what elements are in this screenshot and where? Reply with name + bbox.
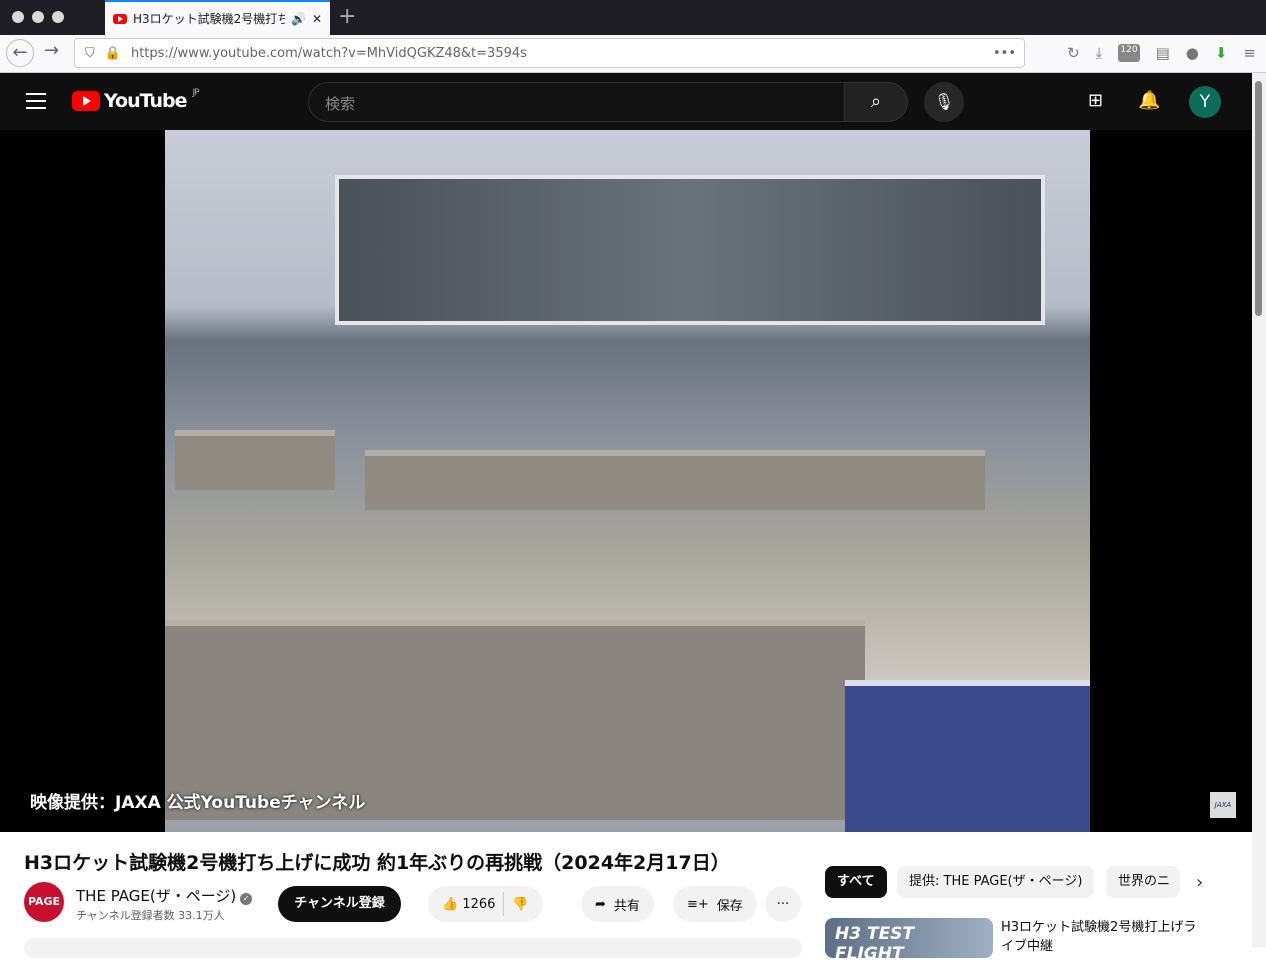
shield-icon: ⛉ bbox=[85, 45, 95, 61]
browser-tab[interactable]: H3ロケット試験機2号機打ち上げ 🔊 ✕ bbox=[105, 0, 330, 35]
more-actions-button[interactable]: ··· bbox=[765, 886, 801, 922]
chip-all[interactable]: すべて bbox=[825, 866, 887, 898]
share-icon: ➦ bbox=[595, 896, 606, 912]
notification-bell-icon[interactable]: 🔔 bbox=[1138, 90, 1160, 111]
share-button[interactable]: ➦ 共有 bbox=[581, 886, 654, 922]
forward-button[interactable]: → bbox=[44, 40, 59, 61]
url-host: https://www.youtube.com bbox=[130, 45, 298, 61]
youtube-header: YouTube JP 検索 ⌕ 🎙 ⊞ 🔔 Y bbox=[0, 73, 1252, 130]
nav-bar: ← → ⛉ 🔒 https://www.youtube.com/watch?v=… bbox=[0, 35, 1266, 73]
subscriber-count: チャンネル登録者数 33.1万人 bbox=[76, 909, 225, 922]
back-button[interactable]: ← bbox=[6, 39, 34, 67]
tab-strip: H3ロケット試験機2号機打ち上げ 🔊 ✕ + bbox=[0, 0, 1266, 35]
menu-icon[interactable]: ≡ bbox=[1243, 44, 1256, 62]
avatar[interactable]: Y bbox=[1189, 86, 1221, 118]
youtube-favicon-icon bbox=[113, 13, 127, 24]
video-title: H3ロケット試験機2号機打ち上げに成功 約1年ぶりの再挑戦（2024年2月17日… bbox=[24, 852, 730, 874]
youtube-logo[interactable]: YouTube JP bbox=[72, 88, 200, 112]
description-box[interactable] bbox=[24, 938, 802, 958]
chip-world-news[interactable]: 世界のニ bbox=[1106, 866, 1180, 898]
search-button[interactable]: ⌕ bbox=[844, 82, 908, 122]
related-thumbnail[interactable]: H3 TEST FLIGHT bbox=[825, 918, 993, 964]
jaxa-watermark: JAXA bbox=[1210, 792, 1236, 818]
url-bar[interactable]: ⛉ 🔒 https://www.youtube.com/watch?v=MhVi… bbox=[74, 38, 1025, 68]
like-button[interactable]: 👍 1266 bbox=[442, 897, 495, 912]
extension-icon[interactable]: ● bbox=[1186, 44, 1199, 62]
reload-icon[interactable]: ↻ bbox=[1067, 44, 1080, 62]
tab-title: H3ロケット試験機2号機打ち上げ bbox=[133, 12, 285, 26]
create-video-icon[interactable]: ⊞ bbox=[1088, 90, 1103, 111]
save-button[interactable]: ≡+ 保存 bbox=[673, 886, 757, 922]
video-frame bbox=[165, 130, 1090, 832]
dislike-button[interactable]: 👎 bbox=[512, 897, 528, 912]
playlist-add-icon: ≡+ bbox=[687, 896, 709, 912]
microphone-icon[interactable]: 🎙 bbox=[924, 82, 964, 122]
video-caption: 映像提供：JAXA 公式YouTubeチャンネル bbox=[30, 793, 366, 813]
page-actions-icon[interactable]: ••• bbox=[993, 46, 1016, 61]
channel-avatar[interactable]: PAGE bbox=[24, 882, 64, 922]
extension-icon[interactable]: ▤ bbox=[1156, 44, 1170, 62]
chevron-right-icon[interactable]: › bbox=[1196, 872, 1203, 893]
window-controls[interactable] bbox=[12, 11, 64, 23]
new-tab-button[interactable]: + bbox=[338, 4, 356, 29]
chip-from-channel[interactable]: 提供: THE PAGE(ザ・ページ) bbox=[897, 866, 1095, 898]
like-dislike-group: 👍 1266 👎 bbox=[428, 886, 543, 922]
related-title[interactable]: H3ロケット試験機2号機打上げライブ中継 bbox=[1001, 918, 1201, 956]
close-tab-icon[interactable]: ✕ bbox=[312, 12, 322, 26]
lock-icon: 🔒 bbox=[104, 45, 121, 61]
download-arrow-icon[interactable]: ⬇ bbox=[1215, 44, 1228, 62]
search-input[interactable]: 検索 bbox=[308, 82, 845, 122]
subscribe-button[interactable]: チャンネル登録 bbox=[278, 886, 401, 922]
speaker-icon[interactable]: 🔊 bbox=[291, 12, 306, 26]
video-player[interactable]: 映像提供：JAXA 公式YouTubeチャンネル JAXA bbox=[0, 130, 1252, 832]
url-path: /watch?v=MhVidQGKZ48&t=3594s bbox=[297, 45, 527, 61]
scrollbar[interactable] bbox=[1252, 73, 1266, 947]
download-icon[interactable]: ⤓ bbox=[1096, 44, 1103, 62]
channel-name[interactable]: THE PAGE(ザ・ページ) ✓ bbox=[76, 885, 253, 906]
hamburger-menu-icon[interactable] bbox=[26, 93, 46, 114]
extension-badge[interactable]: 120 bbox=[1118, 44, 1140, 62]
verified-icon: ✓ bbox=[240, 893, 253, 905]
